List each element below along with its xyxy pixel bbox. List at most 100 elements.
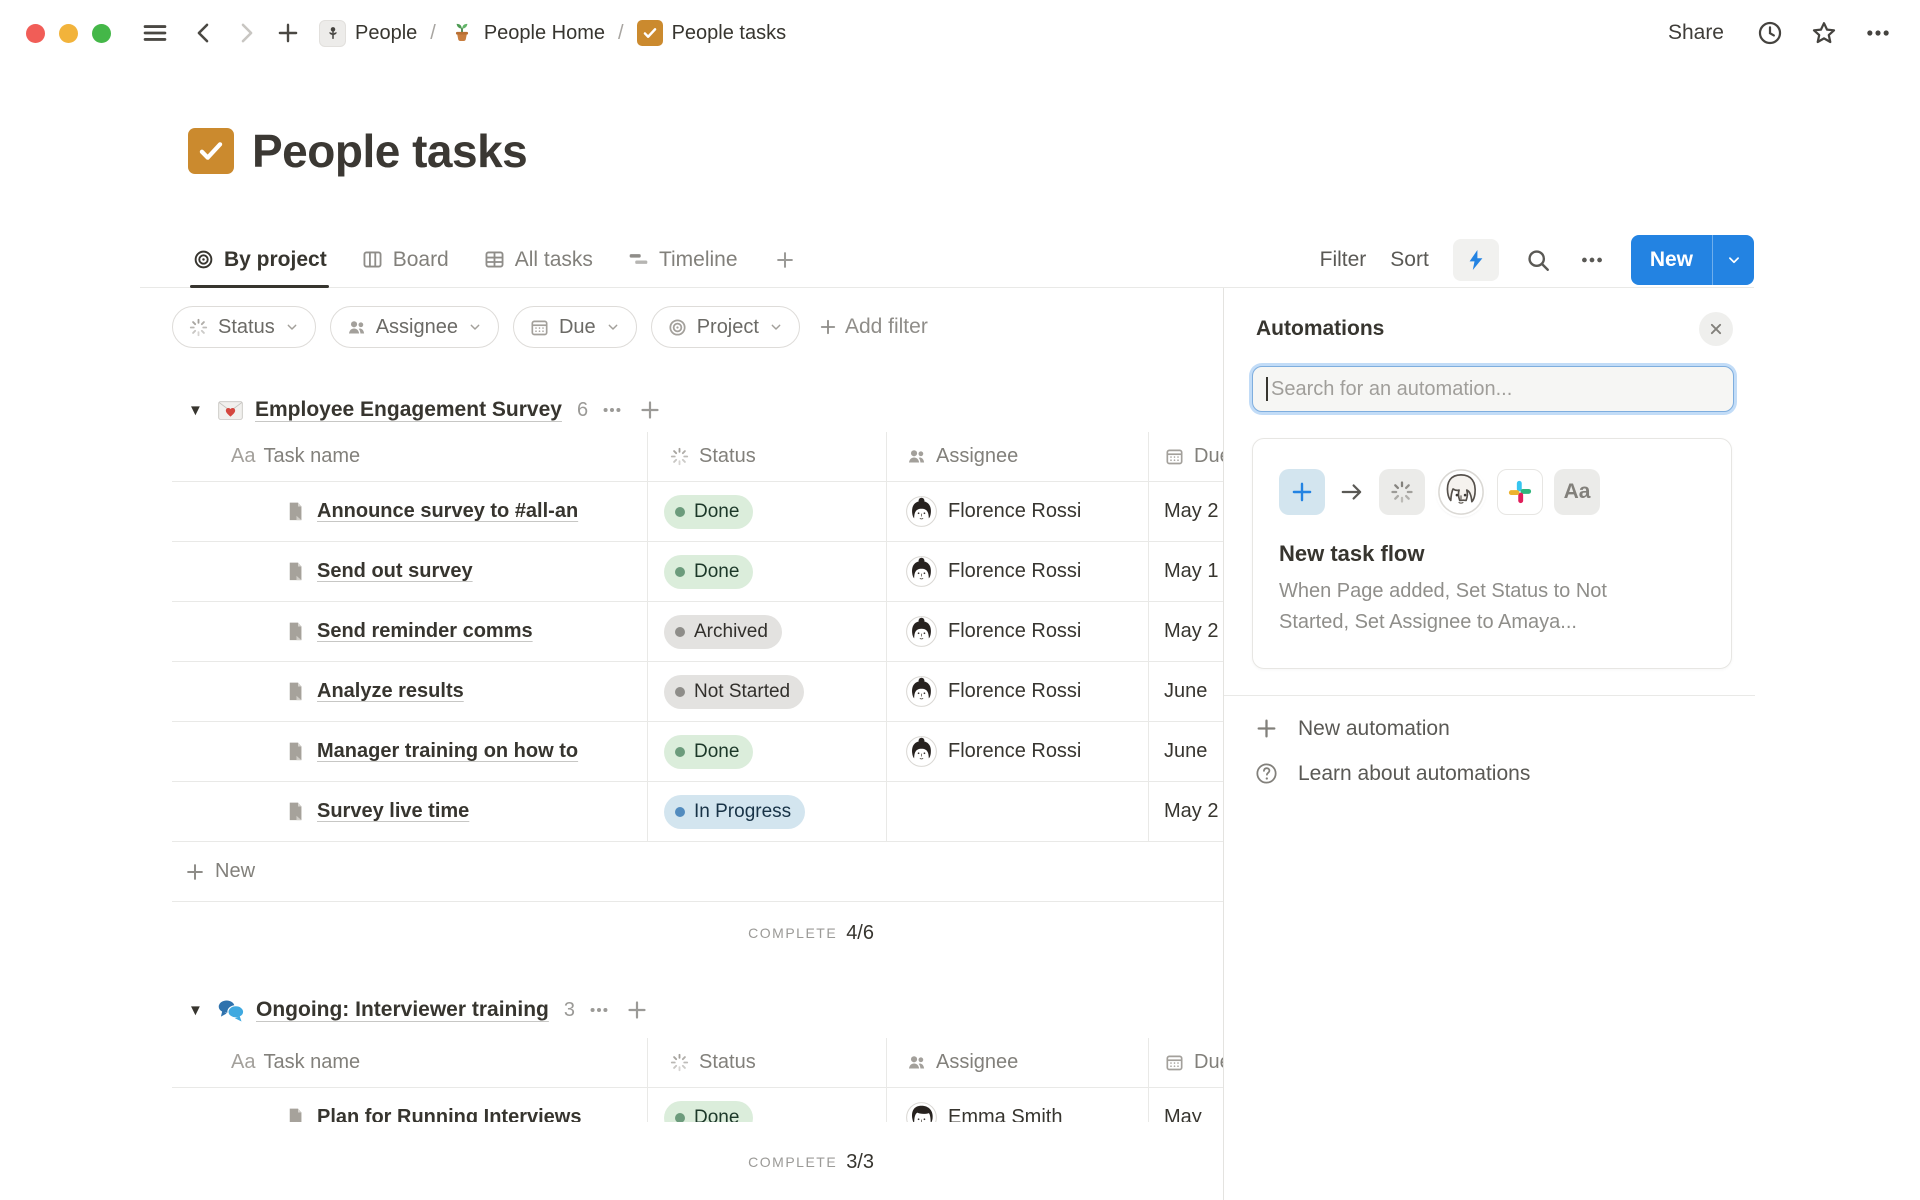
teamspace-flower-icon: [319, 20, 346, 47]
new-automation-button[interactable]: New automation: [1254, 716, 1450, 741]
top-bar: People / People Home / People tasks Shar…: [0, 0, 1920, 66]
forward-button[interactable]: [229, 16, 263, 50]
due-date[interactable]: May 2: [1164, 500, 1218, 523]
group-more-options-icon[interactable]: [586, 997, 612, 1023]
close-window-button[interactable]: [26, 24, 45, 43]
filter-chip-project[interactable]: Project: [651, 306, 800, 348]
group-calculation[interactable]: COMPLETE 3/3: [172, 1132, 886, 1192]
group-calculation[interactable]: COMPLETE 4/6: [172, 902, 886, 964]
assignee-name[interactable]: Florence Rossi: [948, 560, 1081, 583]
automation-card-new-task-flow[interactable]: Aa New task flow When Page added, Set St…: [1252, 438, 1732, 669]
learn-about-automations-button[interactable]: Learn about automations: [1254, 761, 1530, 786]
table-row[interactable]: Send out survey Done Florence Rossi May …: [172, 542, 1223, 602]
group-add-row-icon[interactable]: [623, 996, 651, 1024]
status-badge[interactable]: Archived: [664, 615, 782, 649]
assignee-name[interactable]: Florence Rossi: [948, 620, 1081, 643]
tab-all-tasks[interactable]: All tasks: [483, 232, 593, 287]
plus-icon: [1254, 716, 1279, 741]
column-header-assignee[interactable]: Assignee: [936, 1051, 1018, 1074]
favorite-star-icon[interactable]: [1808, 17, 1840, 49]
sidebar-toggle-hamburger-icon[interactable]: [137, 15, 173, 51]
share-button[interactable]: Share: [1660, 17, 1732, 49]
page-orange-checkbox-icon[interactable]: [188, 128, 234, 174]
page-title[interactable]: People tasks: [252, 124, 527, 178]
search-icon[interactable]: [1523, 245, 1553, 275]
tab-board[interactable]: Board: [361, 232, 449, 287]
due-date[interactable]: May 1: [1164, 560, 1218, 583]
column-header-task-name[interactable]: Task name: [263, 1051, 360, 1074]
table-row[interactable]: Send reminder comms Archived Florence Ro…: [172, 602, 1223, 662]
due-date[interactable]: May 2: [1164, 800, 1218, 823]
group-count: 3: [564, 999, 575, 1022]
avatar: [906, 736, 937, 767]
group-more-options-icon[interactable]: [599, 397, 625, 423]
collapse-triangle-icon[interactable]: ▼: [188, 1002, 206, 1019]
new-row-button[interactable]: New: [172, 842, 1223, 902]
new-task-dropdown-chevron-icon[interactable]: [1712, 235, 1754, 285]
status-badge[interactable]: In Progress: [664, 795, 805, 829]
new-page-button[interactable]: [271, 16, 305, 50]
column-header-status[interactable]: Status: [699, 445, 756, 468]
task-name-link[interactable]: Manager training on how to: [317, 740, 578, 763]
maximize-window-button[interactable]: [92, 24, 111, 43]
back-button[interactable]: [187, 16, 221, 50]
status-badge[interactable]: Done: [664, 735, 753, 769]
column-header-assignee[interactable]: Assignee: [936, 445, 1018, 468]
collapse-triangle-icon[interactable]: ▼: [188, 402, 206, 419]
filter-chip-due[interactable]: Due: [513, 306, 637, 348]
sort-button[interactable]: Sort: [1390, 248, 1429, 272]
status-badge[interactable]: Done: [664, 495, 753, 529]
assignee-name[interactable]: Florence Rossi: [948, 740, 1081, 763]
arrow-right-icon: [1339, 479, 1365, 505]
tab-by-project[interactable]: By project: [192, 232, 327, 287]
assignee-name[interactable]: Florence Rossi: [948, 500, 1081, 523]
task-name-link[interactable]: Survey live time: [317, 800, 469, 823]
automation-search-input[interactable]: [1252, 366, 1734, 412]
chip-label: Assignee: [376, 316, 458, 339]
group-title[interactable]: Ongoing: Interviewer training: [256, 998, 549, 1022]
text-property-icon: Aa: [231, 1051, 255, 1074]
add-view-icon[interactable]: [774, 249, 796, 271]
due-date[interactable]: May 2: [1164, 620, 1218, 643]
minimize-window-button[interactable]: [59, 24, 78, 43]
status-dot-icon: [675, 567, 685, 577]
task-name-link[interactable]: Announce survey to #all-an: [317, 500, 578, 523]
new-task-button[interactable]: New: [1631, 235, 1712, 285]
history-clock-icon[interactable]: [1754, 17, 1786, 49]
due-date[interactable]: June: [1164, 740, 1207, 763]
table-row[interactable]: Manager training on how to Done Florence…: [172, 722, 1223, 782]
due-date[interactable]: June: [1164, 680, 1207, 703]
assignee-name[interactable]: Florence Rossi: [948, 680, 1081, 703]
status-badge[interactable]: Done: [664, 555, 753, 589]
avatar: [906, 496, 937, 527]
more-options-icon[interactable]: [1862, 17, 1894, 49]
filter-chip-status[interactable]: Status: [172, 306, 316, 348]
status-label: Done: [694, 501, 739, 523]
potted-plant-emoji: [449, 20, 475, 46]
task-name-link[interactable]: Send reminder comms: [317, 620, 533, 643]
complete-label: COMPLETE: [748, 925, 837, 941]
status-badge[interactable]: Not Started: [664, 675, 804, 709]
breadcrumb-item-people[interactable]: People: [315, 17, 421, 50]
automations-bolt-icon[interactable]: [1453, 239, 1499, 281]
table-row[interactable]: Announce survey to #all-an Done Florence…: [172, 482, 1223, 542]
column-header-status[interactable]: Status: [699, 1051, 756, 1074]
column-header-task-name[interactable]: Task name: [263, 445, 360, 468]
task-name-link[interactable]: Analyze results: [317, 680, 464, 703]
table-row[interactable]: Analyze results Not Started Florence Ros…: [172, 662, 1223, 722]
tab-timeline[interactable]: Timeline: [627, 232, 738, 287]
task-name-link[interactable]: Send out survey: [317, 560, 473, 583]
group-add-row-icon[interactable]: [636, 396, 664, 424]
group-title[interactable]: Employee Engagement Survey: [255, 398, 562, 422]
table-row[interactable]: Survey live time In Progress May 2: [172, 782, 1223, 842]
column-header-due[interactable]: Due: [1194, 1051, 1223, 1074]
add-filter-button[interactable]: Add filter: [818, 315, 928, 339]
filter-button[interactable]: Filter: [1320, 248, 1367, 272]
document-area: People tasks By project Board All tasks: [0, 66, 1920, 1200]
column-header-due[interactable]: Due: [1194, 445, 1223, 468]
close-icon[interactable]: [1699, 312, 1733, 346]
view-more-options-icon[interactable]: [1577, 245, 1607, 275]
breadcrumb-item-people-tasks[interactable]: People tasks: [633, 17, 791, 49]
breadcrumb-item-people-home[interactable]: People Home: [445, 17, 609, 49]
filter-chip-assignee[interactable]: Assignee: [330, 306, 499, 348]
